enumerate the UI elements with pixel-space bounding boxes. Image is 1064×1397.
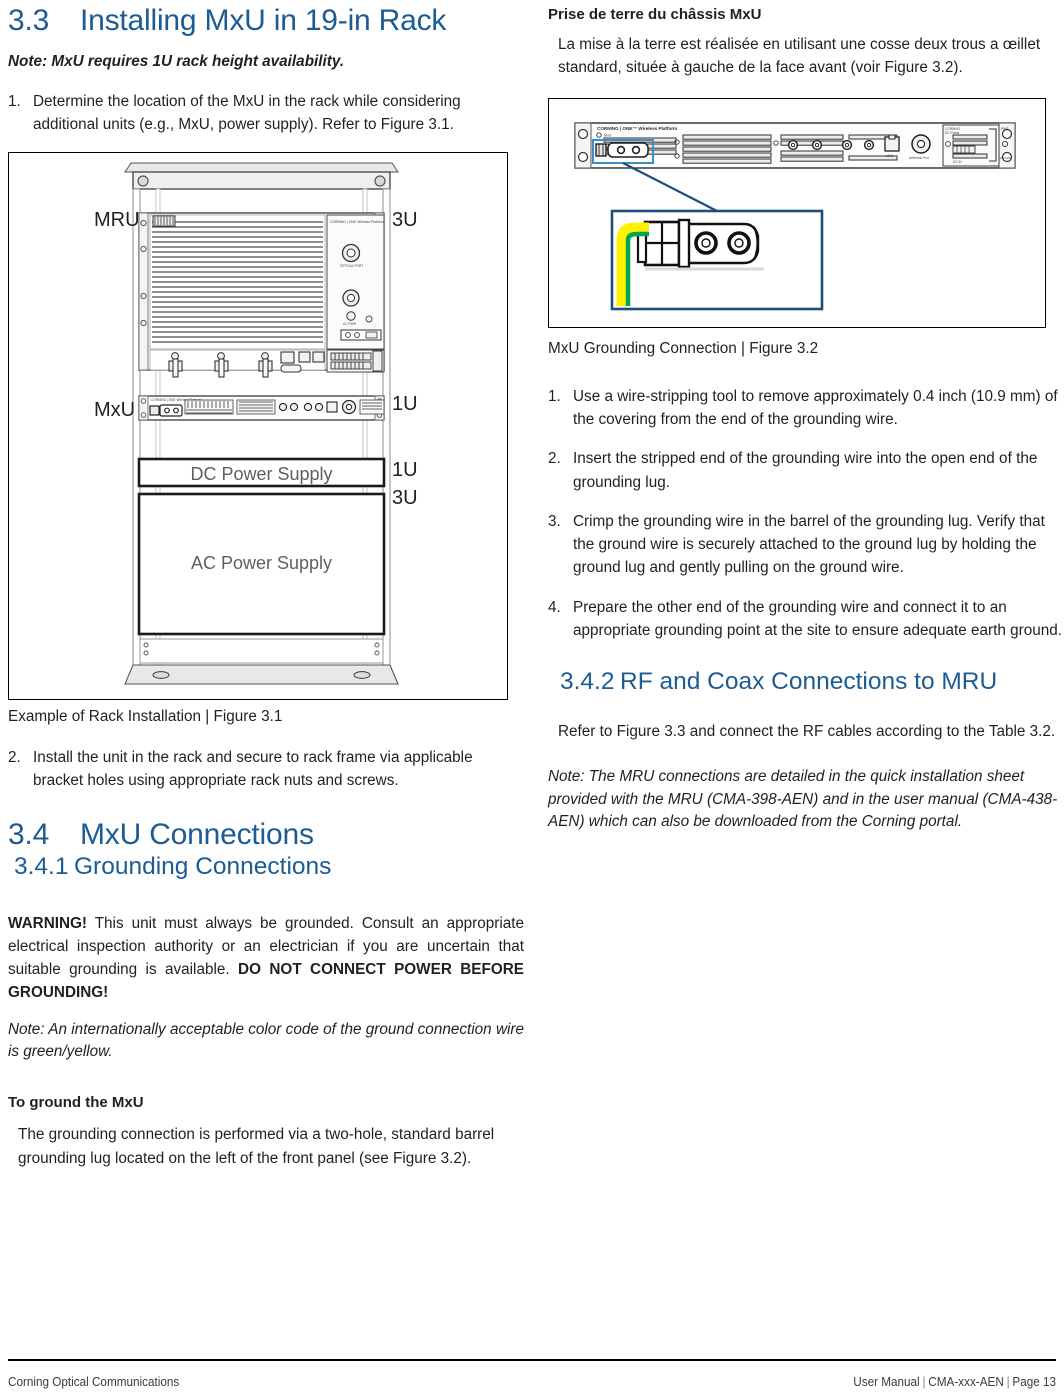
svg-text:Antenna Port: Antenna Port	[909, 156, 929, 160]
svg-text:PWR: PWR	[1001, 127, 1009, 131]
section-heading-3-4-1: 3.4.1 Grounding Connections	[8, 853, 524, 881]
refer-figure-33-text: Refer to Figure 3.3 and connect the RF c…	[558, 723, 1056, 741]
footer-meta: User Manual | CMA-xxx-AEN | Page 13	[853, 1375, 1056, 1389]
grounding-diagram-svg: CORNING | ONE™ Wireless Platform MxU eNe…	[574, 121, 1016, 310]
section-heading-3-4-2: 3.4.2 RF and Coax Connections to MRU	[548, 668, 1064, 696]
dc-power-supply-label: DC Power Supply	[190, 464, 333, 485]
figure-3-1-caption: Example of Rack Installation | Figure 3.…	[8, 708, 283, 726]
french-paragraph: La mise à la terre est réalisée en utili…	[558, 36, 1041, 77]
document-page: 3.3 Installing MxU in 19-in Rack Note: M…	[0, 0, 1064, 1397]
list-marker: 1.	[548, 387, 561, 405]
svg-text:eNet: eNet	[886, 154, 893, 158]
figure-3-2-grounding-connection: CORNING | ONE™ Wireless Platform MxU eNe…	[548, 97, 1046, 328]
ac-power-supply-label: AC Power Supply	[190, 553, 333, 574]
svg-text:DC IN: DC IN	[953, 160, 962, 164]
section-number: 3.3	[8, 4, 50, 37]
svg-text:MxU: MxU	[604, 133, 612, 137]
left-column: 3.3 Installing MxU in 19-in Rack Note: M…	[8, 0, 524, 1184]
rack-label-3u-top: 3U	[392, 209, 418, 232]
grounding-lug-callout	[610, 209, 824, 310]
list-item: 2. Insert the stripped end of the ground…	[548, 447, 1064, 494]
rack-base	[124, 638, 399, 685]
svg-text:CORNING | ONE™ Wireless Platfo: CORNING | ONE™ Wireless Platform	[597, 126, 677, 131]
list-text: Use a wire-stripping tool to remove appr…	[573, 387, 1058, 429]
to-ground-mxu-heading: To ground the MxU	[8, 1094, 144, 1112]
list-item: 1. Use a wire-stripping tool to remove a…	[548, 385, 1064, 432]
list-marker: 2.	[548, 450, 561, 468]
rack-label-1u-mxu: 1U	[392, 393, 418, 416]
figure-3-1-rack-installation: CORNING | ONE Wireless Platform OPTICAL …	[8, 152, 508, 701]
footer-separator-2: |	[1006, 1375, 1010, 1389]
section-number: 3.4.2	[560, 668, 615, 696]
note-mru-connections: Note: The MRU connections are detailed i…	[548, 767, 1058, 831]
mru-unit: CORNING | ONE Wireless Platform OPTICAL …	[138, 212, 385, 378]
svg-text:DC PWR: DC PWR	[343, 322, 357, 326]
footer-company: Corning Optical Communications	[8, 1375, 180, 1389]
callout-leader-line	[622, 161, 718, 212]
list-marker: 1.	[8, 92, 21, 110]
note-rack-height: Note: MxU requires 1U rack height availa…	[8, 53, 345, 70]
figure-3-2-caption: MxU Grounding Connection | Figure 3.2	[548, 339, 819, 357]
section-title: RF and Coax Connections to MRU	[620, 668, 998, 696]
rack-label-1u-dc: 1U	[392, 459, 418, 482]
rack-label-3u-ac: 3U	[392, 487, 418, 510]
list-item: 2. Install the unit in the rack and secu…	[8, 746, 524, 793]
list-text: Prepare the other end of the grounding w…	[573, 598, 1063, 639]
footer-manual-label: User Manual	[853, 1375, 920, 1389]
list-marker: 2.	[8, 748, 21, 766]
section-heading-3-3: 3.3 Installing MxU in 19-in Rack	[8, 4, 524, 37]
list-item: 1. Determine the location of the MxU in …	[8, 90, 524, 137]
mxu-front-panel: CORNING | ONE™ Wireless Platform MxU eNe…	[574, 121, 1016, 169]
list-text: Crimp the grounding wire in the barrel o…	[573, 512, 1045, 577]
section-title: MxU Connections	[80, 818, 314, 852]
section-number: 3.4.1	[14, 853, 69, 881]
warning-paragraph: WARNING! This unit must always be ground…	[8, 912, 524, 1005]
footer-part-number: CMA-xxx-AEN	[928, 1375, 1004, 1389]
section-number: 3.4	[8, 818, 50, 852]
list-text: Install the unit in the rack and secure …	[33, 748, 473, 790]
mxu-unit: CORNING | ONE Wireless Platform	[138, 395, 385, 422]
svg-text:GROUND: GROUND	[999, 156, 1013, 160]
section-title: Grounding Connections	[74, 853, 332, 881]
list-text: Insert the stripped end of the grounding…	[573, 450, 1038, 491]
list-item: 4. Prepare the other end of the groundin…	[548, 596, 1064, 643]
footer-divider	[8, 1359, 1056, 1361]
list-item: 3. Crimp the grounding wire in the barre…	[548, 510, 1064, 580]
section-heading-3-4: 3.4 MxU Connections	[8, 818, 524, 851]
note-color-code: Note: An internationally acceptable colo…	[8, 1020, 524, 1061]
svg-text:OPTICAL PORT: OPTICAL PORT	[340, 264, 363, 268]
list-marker: 3.	[548, 512, 561, 530]
rack-label-mru: MRU	[94, 209, 140, 232]
rack-label-mxu: MxU	[94, 399, 136, 422]
list-marker: 4.	[548, 598, 561, 616]
warning-label: WARNING!	[8, 914, 88, 932]
rack-diagram-svg: CORNING | ONE Wireless Platform OPTICAL …	[124, 162, 399, 685]
grounding-steps: 1. Use a wire-stripping tool to remove a…	[548, 385, 1064, 642]
right-column: Prise de terre du châssis MxU La mise à …	[548, 0, 1064, 848]
footer-page-number: Page 13	[1012, 1375, 1056, 1389]
to-ground-mxu-text: The grounding connection is performed vi…	[18, 1126, 495, 1167]
french-heading: Prise de terre du châssis MxU	[548, 6, 762, 23]
rack-install-steps-2: 2. Install the unit in the rack and secu…	[8, 746, 524, 793]
rack-install-steps: 1. Determine the location of the MxU in …	[8, 90, 524, 137]
section-title: Installing MxU in 19-in Rack	[80, 4, 447, 37]
svg-text:DC Power: DC Power	[945, 131, 960, 135]
svg-text:CORNING | ONE Wireless Platf: CORNING | ONE Wireless Platform	[330, 220, 384, 224]
list-text: Determine the location of the MxU in the…	[33, 92, 461, 134]
footer-separator-1: |	[922, 1375, 926, 1389]
